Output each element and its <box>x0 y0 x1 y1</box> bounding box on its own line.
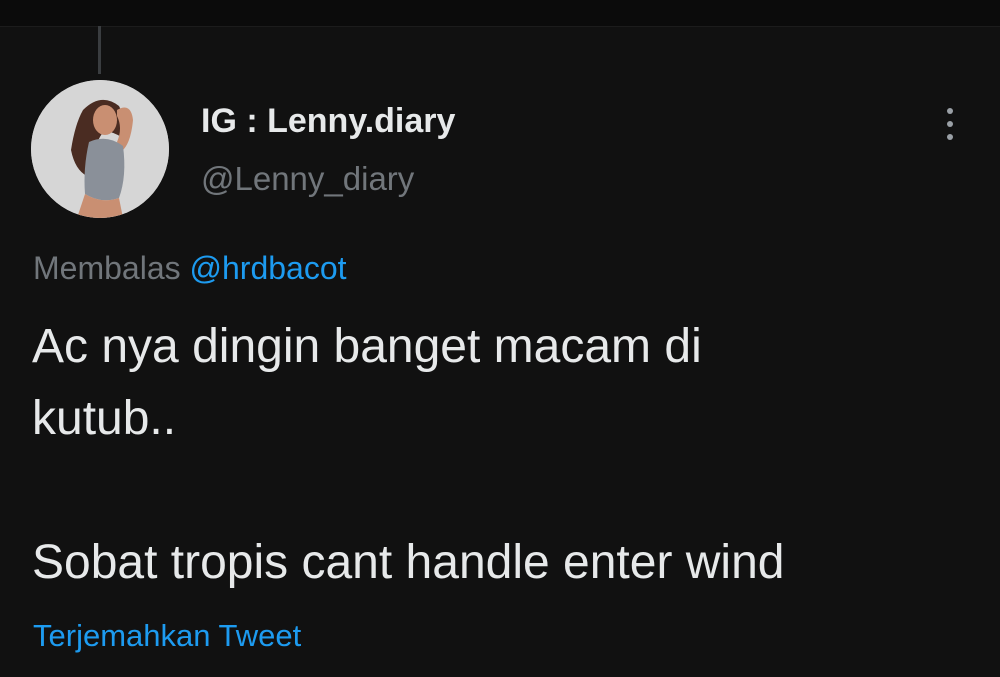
more-options-button[interactable] <box>930 100 970 148</box>
more-vertical-icon-dot <box>947 121 953 127</box>
avatar-image <box>31 80 169 218</box>
author-handle[interactable]: @Lenny_diary <box>201 160 414 198</box>
reply-prefix: Membalas <box>33 250 181 286</box>
top-bar <box>0 0 1000 27</box>
reply-mention-link[interactable]: @hrdbacot <box>190 250 347 286</box>
thread-connector-line <box>98 26 101 74</box>
more-vertical-icon-dot <box>947 134 953 140</box>
author-display-name[interactable]: IG : Lenny.diary <box>201 102 455 141</box>
reply-context: Membalas @hrdbacot <box>33 250 347 287</box>
tweet-text: Ac nya dingin banget macam di kutub.. So… <box>32 320 785 589</box>
more-vertical-icon <box>947 108 953 114</box>
avatar[interactable] <box>31 80 169 218</box>
translate-tweet-link[interactable]: Terjemahkan Tweet <box>33 618 301 654</box>
